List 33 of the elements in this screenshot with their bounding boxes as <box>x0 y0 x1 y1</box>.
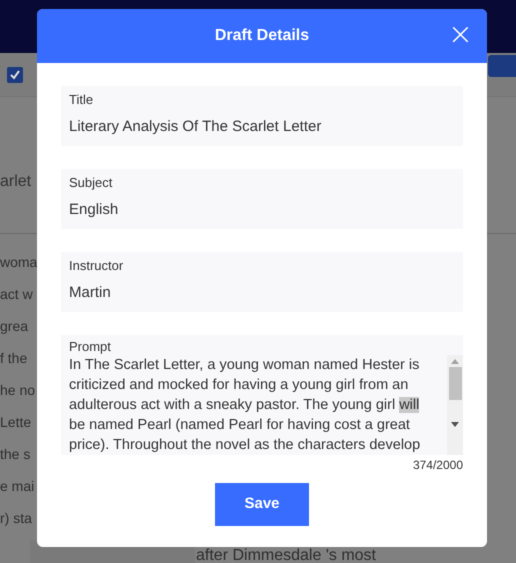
document-text: f the <box>0 349 28 368</box>
document-heading: arlet <box>0 172 32 192</box>
close-button[interactable]: × <box>448 20 473 50</box>
field-value: English <box>69 201 120 219</box>
document-text: after Dimmesdale 's most <box>196 546 376 563</box>
scroll-down-icon[interactable] <box>451 422 459 427</box>
field-value: Literary Analysis Of The Scarlet Letter <box>69 118 322 136</box>
checkbox[interactable] <box>7 66 23 82</box>
dialog-title: Draft Details <box>214 26 310 46</box>
document-text: Lette <box>0 413 32 432</box>
prompt-field[interactable] <box>61 335 463 455</box>
text-field[interactable]: Title Literary Analysis Of The Scarlet Letter <box>61 86 463 146</box>
field-label: Subject <box>69 175 114 191</box>
field-label: Instructor <box>69 258 124 274</box>
document-text: e mai <box>0 477 34 496</box>
document-text: act w <box>0 285 33 304</box>
document-text: woma <box>0 253 38 272</box>
document-text: he no <box>0 381 36 400</box>
save-button[interactable]: Save <box>215 483 309 526</box>
toolbar-button[interactable] <box>488 54 516 76</box>
scroll-up-icon[interactable] <box>451 359 459 364</box>
field-label: Prompt <box>69 339 112 355</box>
text-field[interactable]: Subject English <box>61 169 463 229</box>
scrollbar[interactable] <box>447 355 463 455</box>
field-label: Title <box>69 92 94 108</box>
document-text: the s <box>0 445 30 464</box>
text-field[interactable]: Instructor Martin <box>61 252 463 312</box>
scrollbar-thumb[interactable] <box>448 367 462 400</box>
field-value: Martin <box>69 284 112 302</box>
character-counter: 374/2000 <box>412 458 463 472</box>
document-text: r) sta <box>0 509 32 528</box>
prompt-text: In The Scarlet Letter, a young woman named Hester is criticized and mocked for having a young girl from an adulterous act with a sneaky pastor. The young girl will be named Pearl (named Pearl for having cost a great price). Throughout the novel as the characters develop <box>69 356 422 455</box>
document-text: grea <box>0 317 28 336</box>
